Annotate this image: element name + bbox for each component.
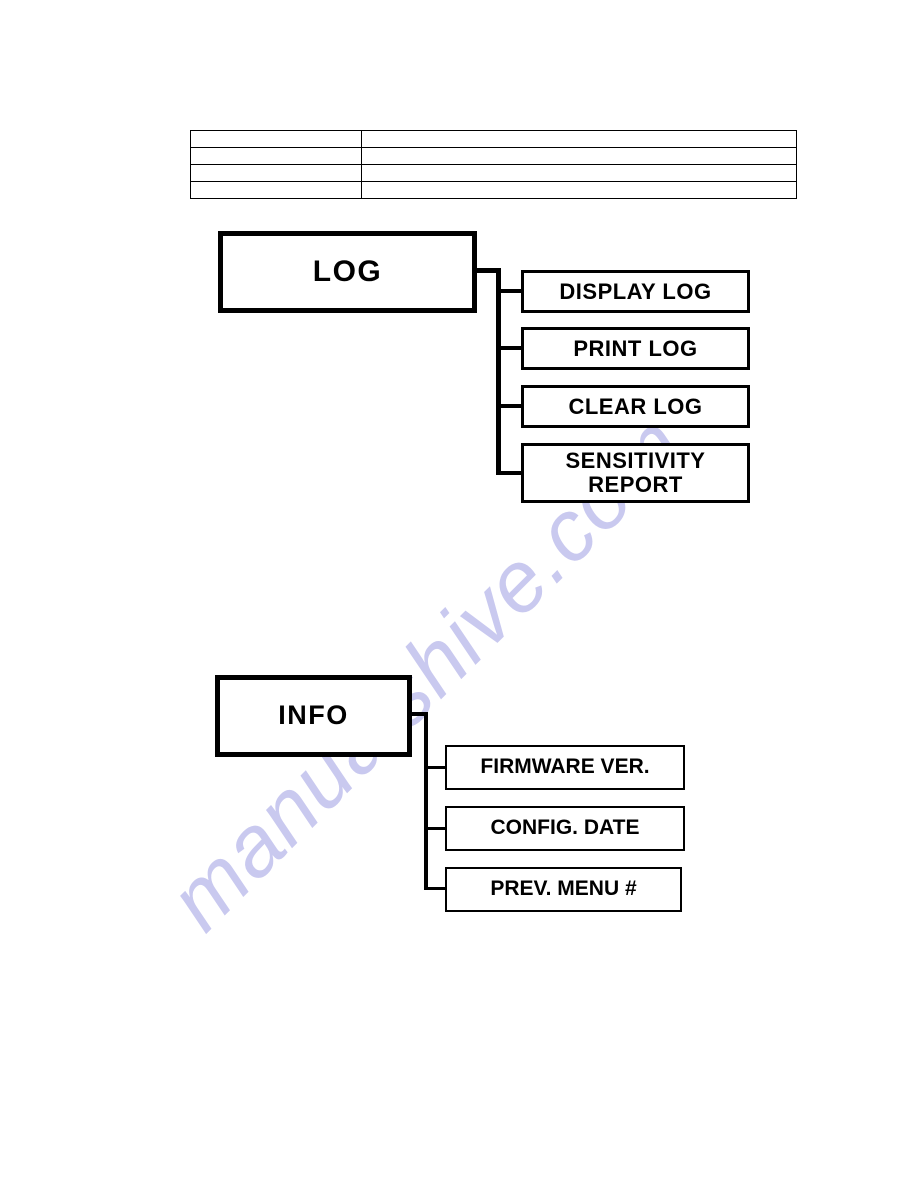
- table-cell-label: [190, 164, 362, 182]
- log-connector-branch-4: [496, 471, 523, 475]
- node-info-root-label: INFO: [278, 700, 349, 731]
- node-log-root-label: LOG: [312, 254, 383, 288]
- node-prev-menu-number[interactable]: PREV. MENU #: [445, 867, 682, 912]
- table-row: [190, 147, 797, 165]
- node-info-root[interactable]: INFO: [215, 675, 412, 757]
- table-row: [190, 181, 797, 199]
- spec-table: [190, 130, 797, 199]
- spec-table-body: [190, 130, 797, 199]
- table-cell-value: [361, 181, 797, 199]
- node-sensitivity-report-label-line1: SENSITIVITY: [565, 448, 706, 474]
- node-sensitivity-report[interactable]: SENSITIVITY REPORT: [521, 443, 750, 503]
- node-log-root[interactable]: LOG: [218, 231, 477, 313]
- node-prev-menu-number-label: PREV. MENU #: [490, 877, 637, 901]
- node-firmware-version-label: FIRMWARE VER.: [480, 755, 650, 779]
- node-display-log[interactable]: DISPLAY LOG: [521, 270, 750, 313]
- node-clear-log-label: CLEAR LOG: [568, 393, 703, 419]
- log-connector-branch-3: [496, 404, 523, 408]
- node-print-log[interactable]: PRINT LOG: [521, 327, 750, 370]
- table-cell-label: [190, 147, 362, 165]
- node-print-log-label: PRINT LOG: [573, 335, 698, 361]
- table-cell-value: [361, 147, 797, 165]
- table-cell-value: [361, 130, 797, 148]
- log-connector-trunk: [496, 268, 501, 475]
- log-connector-branch-2: [496, 346, 523, 350]
- table-row: [190, 164, 797, 182]
- node-config-date-label: CONFIG. DATE: [490, 816, 640, 840]
- log-connector-branch-1: [496, 289, 523, 293]
- info-connector-trunk: [424, 712, 428, 890]
- node-firmware-version[interactable]: FIRMWARE VER.: [445, 745, 685, 790]
- node-sensitivity-report-label-line2: REPORT: [588, 472, 683, 497]
- node-clear-log[interactable]: CLEAR LOG: [521, 385, 750, 428]
- node-sensitivity-report-labels: SENSITIVITY REPORT: [566, 449, 706, 497]
- table-cell-value: [361, 164, 797, 182]
- node-config-date[interactable]: CONFIG. DATE: [445, 806, 685, 851]
- table-row: [190, 130, 797, 148]
- node-display-log-label: DISPLAY LOG: [559, 278, 712, 304]
- table-cell-label: [190, 130, 362, 148]
- table-cell-label: [190, 181, 362, 199]
